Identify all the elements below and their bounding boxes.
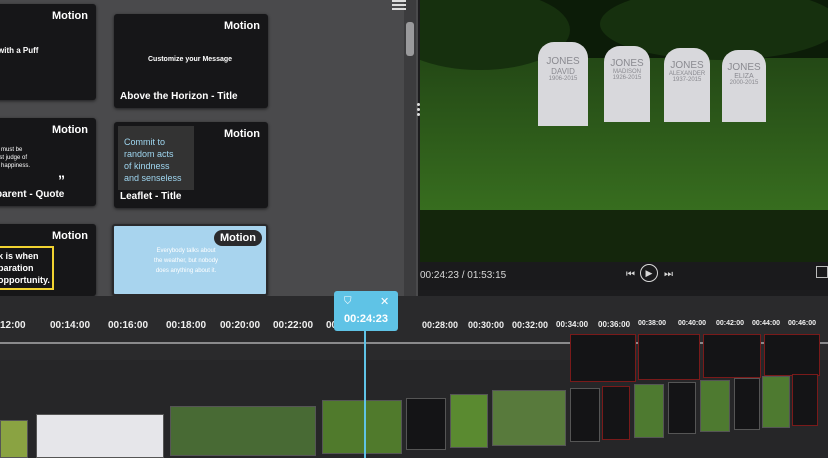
template-card[interactable]: Motion with a Puff bbox=[0, 4, 96, 100]
video-preview: JONES DAVID 1906-2015 JONES MADISON 1926… bbox=[420, 0, 828, 262]
title-clip[interactable] bbox=[764, 334, 820, 376]
template-card[interactable]: Motion k is when paration opportunity. bbox=[0, 224, 96, 296]
fullscreen-icon[interactable] bbox=[816, 266, 828, 278]
scroll-thumb[interactable] bbox=[406, 22, 414, 56]
video-clip[interactable] bbox=[0, 420, 28, 458]
video-clip[interactable] bbox=[668, 382, 696, 434]
play-button[interactable]: ▶ bbox=[640, 264, 658, 282]
gravestone: JONES ALEXANDER 1937-2015 bbox=[664, 48, 710, 122]
video-clip[interactable] bbox=[406, 398, 446, 450]
tick-label: 00:40:00 bbox=[678, 320, 707, 327]
video-clip[interactable] bbox=[36, 414, 164, 458]
tick-label: 00:14:00 bbox=[50, 320, 91, 331]
template-snippet: n must be est judge of n happiness. bbox=[0, 147, 31, 169]
gravestone-first: ELIZA bbox=[734, 73, 754, 80]
list-menu-icon[interactable] bbox=[392, 0, 406, 10]
gravestone-name: JONES bbox=[727, 62, 761, 73]
gravestone: JONES ELIZA 2000-2015 bbox=[722, 50, 766, 122]
video-clip[interactable] bbox=[700, 380, 730, 432]
template-card-selected[interactable]: Motion Everybody talks about the weather… bbox=[112, 224, 268, 296]
tick-label: 00:36:00 bbox=[598, 320, 631, 329]
gravestone: JONES MADISON 1926-2015 bbox=[604, 46, 650, 122]
tick-label: 00:32:00 bbox=[512, 320, 549, 330]
template-card[interactable]: Motion n must be est judge of n happines… bbox=[0, 118, 96, 206]
gravestone-years: 2000-2015 bbox=[729, 80, 759, 86]
motion-badge: Motion bbox=[51, 10, 88, 22]
template-snippet: k is when paration opportunity. bbox=[0, 251, 50, 285]
close-icon[interactable]: ✕ bbox=[380, 295, 389, 308]
tick-label: 00:18:00 bbox=[166, 320, 207, 331]
tick-label: 00:30:00 bbox=[468, 320, 505, 330]
video-clip[interactable] bbox=[450, 394, 488, 448]
motion-badge: Motion bbox=[223, 128, 260, 140]
title-clip[interactable] bbox=[703, 334, 761, 378]
marker-icon[interactable]: ⛉ bbox=[344, 296, 352, 307]
motion-badge: Motion bbox=[51, 124, 88, 136]
video-clip[interactable] bbox=[634, 384, 664, 438]
template-card[interactable]: Motion Customize your Message Above the … bbox=[114, 14, 268, 108]
motion-badge: Motion bbox=[223, 20, 260, 32]
skip-back-icon[interactable]: ⏮ bbox=[626, 269, 635, 280]
title-clip[interactable] bbox=[638, 334, 700, 380]
template-snippet: with a Puff bbox=[0, 46, 39, 55]
gravestone-first: DAVID bbox=[551, 67, 575, 76]
graveyard-scene bbox=[420, 0, 828, 262]
template-snippet: Everybody talks about the weather, but n… bbox=[154, 248, 219, 274]
video-clip[interactable] bbox=[602, 386, 630, 440]
template-snippet: Commit to random acts of kindness and se… bbox=[124, 137, 182, 183]
quote-mark-icon: ” bbox=[58, 172, 65, 188]
motion-badge: Motion bbox=[51, 230, 88, 242]
gravestone-years: 1906-2015 bbox=[548, 76, 578, 82]
tick-label: 00:42:00 bbox=[716, 320, 745, 327]
tick-label: 00:44:00 bbox=[752, 320, 781, 327]
template-title: Above the Horizon - Title bbox=[120, 91, 238, 102]
tick-label: 00:46:00 bbox=[788, 320, 817, 327]
template-panel: Motion with a Puff Motion Customize your… bbox=[0, 0, 418, 296]
gravestone-years: 1926-2015 bbox=[612, 75, 642, 81]
playhead-line[interactable] bbox=[364, 330, 366, 458]
template-scrollbar[interactable] bbox=[404, 0, 416, 296]
gravestone-name: JONES bbox=[610, 58, 644, 69]
video-clip[interactable] bbox=[170, 406, 316, 456]
video-clip[interactable] bbox=[792, 374, 818, 426]
gravestone-years: 1937-2015 bbox=[672, 77, 702, 83]
video-clip[interactable] bbox=[762, 376, 790, 428]
template-card[interactable]: Motion Commit to random acts of kindness… bbox=[114, 122, 268, 208]
timeline-tracks bbox=[0, 334, 828, 458]
tick-label: 00:16:00 bbox=[108, 320, 149, 331]
template-snippet: Customize your Message bbox=[148, 56, 233, 63]
tick-label: 00:28:00 bbox=[422, 320, 459, 330]
playhead-marker[interactable]: ⛉ ✕ 00:24:23 bbox=[334, 291, 398, 331]
video-clip[interactable] bbox=[322, 400, 402, 454]
playhead-time: 00:24:23 bbox=[344, 313, 389, 325]
video-clip[interactable] bbox=[734, 378, 760, 430]
motion-badge: Motion bbox=[213, 230, 262, 246]
time-display: 00:24:23 / 01:53:15 bbox=[420, 270, 507, 281]
gravestone: JONES DAVID 1906-2015 bbox=[538, 42, 588, 126]
tick-label: 00:20:00 bbox=[220, 320, 261, 331]
video-editor: Motion with a Puff Motion Customize your… bbox=[0, 0, 828, 458]
gravestone-name: JONES bbox=[670, 60, 704, 71]
tick-label: 00:34:00 bbox=[556, 320, 589, 329]
video-clip[interactable] bbox=[492, 390, 566, 446]
template-title: parent - Quote bbox=[0, 189, 65, 200]
playback-bar: 00:24:23 / 01:53:15 ⏮ ▶ ⏭ bbox=[420, 262, 828, 290]
title-clip[interactable] bbox=[570, 334, 636, 382]
template-title: Leaflet - Title bbox=[120, 191, 182, 202]
skip-forward-icon[interactable]: ⏭ bbox=[664, 269, 673, 280]
tick-label: 00:22:00 bbox=[273, 320, 314, 331]
video-clip[interactable] bbox=[570, 388, 600, 442]
tick-label: 12:00 bbox=[0, 320, 26, 331]
gravestone-name: JONES bbox=[546, 56, 580, 67]
tick-label: 00:38:00 bbox=[638, 320, 667, 327]
